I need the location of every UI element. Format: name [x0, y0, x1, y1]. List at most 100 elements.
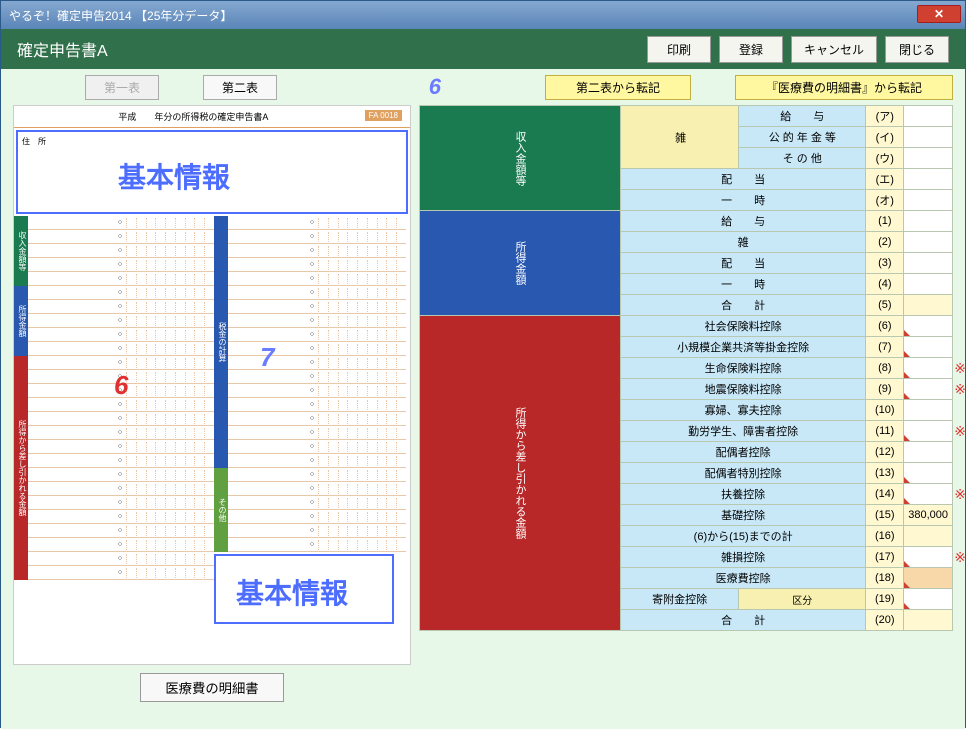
input-deduct-20	[904, 610, 953, 631]
cancel-button[interactable]: キャンセル	[791, 36, 877, 63]
row-label: 公 的 年 金 等	[739, 127, 866, 148]
row-label: そ の 他	[739, 148, 866, 169]
row-idx: (10)	[866, 400, 904, 421]
overlay-basic-info-2: 基本情報	[236, 572, 348, 612]
asterisk-icon: ※	[954, 423, 965, 440]
input-deduct-18	[904, 568, 953, 589]
print-button[interactable]: 印刷	[647, 36, 711, 63]
input-amount-2[interactable]	[904, 232, 953, 253]
input-deduct-9[interactable]: ※	[904, 379, 953, 400]
row-label: 配 当	[621, 253, 866, 274]
header-bar: 確定申告書A 印刷 登録 キャンセル 閉じる	[1, 29, 965, 69]
kubun-label[interactable]: 区分	[739, 589, 866, 610]
row-idx: (13)	[866, 463, 904, 484]
input-deduct-16	[904, 526, 953, 547]
row-idx: (16)	[866, 526, 904, 547]
input-income-e[interactable]	[904, 169, 953, 190]
annotation-6: 6	[429, 74, 441, 99]
input-income-a[interactable]	[904, 106, 953, 127]
input-deduct-13[interactable]	[904, 463, 953, 484]
close-button[interactable]: 閉じる	[885, 36, 949, 63]
row-idx: (6)	[866, 316, 904, 337]
row-label: 給 与	[739, 106, 866, 127]
input-deduct-15: 380,000	[904, 505, 953, 526]
row-label: 合 計	[621, 295, 866, 316]
titlebar: やるぞ！確定申告2014 【25年分データ】 ✕	[1, 1, 965, 29]
row-label: 寡婦、寡夫控除	[621, 400, 866, 421]
row-idx: (オ)	[866, 190, 904, 211]
row-label: 寄附金控除	[621, 589, 739, 610]
medical-detail-button[interactable]: 医療費の明細書	[140, 673, 283, 702]
input-deduct-19[interactable]	[904, 589, 953, 610]
row-idx: (7)	[866, 337, 904, 358]
transfer-from-second-button[interactable]: 第二表から転記	[545, 75, 691, 100]
row-label: 一 時	[621, 190, 866, 211]
asterisk-icon: ※	[954, 360, 965, 377]
row-idx: (2)	[866, 232, 904, 253]
form-preview[interactable]: 平成 年分の所得税の確定申告書A FA 0018 住 所 基本情報 収入金額等 …	[13, 105, 411, 665]
row-idx: (20)	[866, 610, 904, 631]
row-label: 一 時	[621, 274, 866, 295]
close-icon[interactable]: ✕	[917, 5, 961, 23]
row-label: 社会保険料控除	[621, 316, 866, 337]
input-deduct-17[interactable]: ※	[904, 547, 953, 568]
app-window: やるぞ！確定申告2014 【25年分データ】 ✕ 確定申告書A 印刷 登録 キャ…	[0, 0, 966, 728]
row-label: (6)から(15)までの計	[621, 526, 866, 547]
row-label: 雑	[621, 232, 866, 253]
side-label-amount: 所得金額	[420, 211, 621, 316]
row-idx: (エ)	[866, 169, 904, 190]
row-idx: (12)	[866, 442, 904, 463]
form-preview-header: 平成 年分の所得税の確定申告書A FA 0018	[14, 106, 410, 128]
input-deduct-10[interactable]	[904, 400, 953, 421]
preview-sect-income: 収入金額等	[14, 216, 28, 286]
side-label-income: 収入金額等	[420, 106, 621, 211]
overlay-basic-info-1: 基本情報	[118, 156, 230, 196]
row-idx: (ウ)	[866, 148, 904, 169]
row-idx: (3)	[866, 253, 904, 274]
asterisk-icon: ※	[954, 381, 965, 398]
preview-sect-other: その他	[214, 468, 228, 552]
input-income-u[interactable]	[904, 148, 953, 169]
save-button[interactable]: 登録	[719, 36, 783, 63]
tab-second[interactable]: 第二表	[203, 75, 277, 100]
row-label: 地震保険料控除	[621, 379, 866, 400]
row-idx: (15)	[866, 505, 904, 526]
row-idx: (ア)	[866, 106, 904, 127]
input-income-o[interactable]	[904, 190, 953, 211]
asterisk-icon: ※	[954, 549, 965, 566]
row-idx: (9)	[866, 379, 904, 400]
tab-first[interactable]: 第一表	[85, 75, 159, 100]
row-idx: (18)	[866, 568, 904, 589]
row-label: 扶養控除	[621, 484, 866, 505]
row-label: 基礎控除	[621, 505, 866, 526]
preview-sect-tax: 税金の計算	[214, 216, 228, 468]
input-amount-1[interactable]	[904, 211, 953, 232]
input-amount-4[interactable]	[904, 274, 953, 295]
asterisk-icon: ※	[954, 486, 965, 503]
row-label: 雑損控除	[621, 547, 866, 568]
input-amount-3[interactable]	[904, 253, 953, 274]
row-label: 小規模企業共済等掛金控除	[621, 337, 866, 358]
input-deduct-6[interactable]	[904, 316, 953, 337]
output-amount-5	[904, 295, 953, 316]
input-deduct-11[interactable]: ※	[904, 421, 953, 442]
form-title: 平成 年分の所得税の確定申告書A	[118, 112, 268, 122]
row-idx: (8)	[866, 358, 904, 379]
row-idx: (17)	[866, 547, 904, 568]
row-idx: (5)	[866, 295, 904, 316]
row-label: 生命保険料控除	[621, 358, 866, 379]
row-label: 配 当	[621, 169, 866, 190]
input-deduct-14[interactable]: ※	[904, 484, 953, 505]
basic-info-region[interactable]: 住 所 基本情報	[16, 130, 408, 214]
form-code: FA 0018	[365, 110, 402, 121]
window-title: やるぞ！確定申告2014 【25年分データ】	[9, 7, 232, 24]
bottom-basic-info-region[interactable]: 基本情報	[214, 554, 394, 624]
input-income-i[interactable]	[904, 127, 953, 148]
input-deduct-7[interactable]	[904, 337, 953, 358]
row-idx: (4)	[866, 274, 904, 295]
transfer-from-medical-button[interactable]: 『医療費の明細書』から転記	[735, 75, 953, 100]
page-title: 確定申告書A	[17, 37, 639, 61]
input-deduct-12[interactable]	[904, 442, 953, 463]
row-label: 医療費控除	[621, 568, 866, 589]
input-deduct-8[interactable]: ※	[904, 358, 953, 379]
